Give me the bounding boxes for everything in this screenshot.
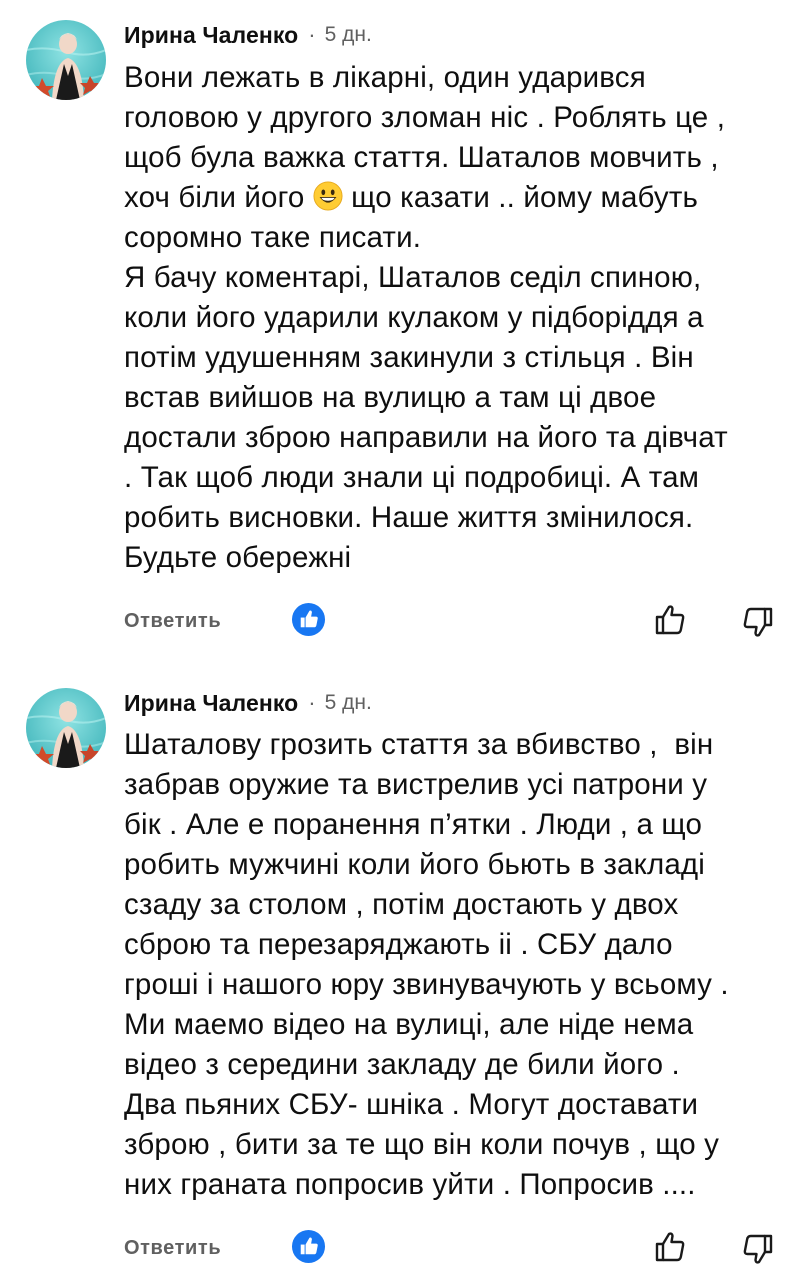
comment-line: робить висновки. Наше життя змінилося.	[124, 501, 694, 534]
thumb-down-icon[interactable]	[739, 604, 775, 640]
comment-header: Ирина Чаленко · 5 дн.	[124, 689, 372, 717]
comment-line: гроші і нашого юру звинувачують у всьому…	[124, 968, 729, 1001]
comment-line: достали зброю направили на його та дівча…	[124, 421, 728, 454]
like-reaction-icon[interactable]	[291, 1229, 326, 1264]
comment-line: Вони лежать в лікарні, один ударився	[124, 61, 646, 94]
comment-line: Шаталову грозить стаття за вбивство , ві…	[124, 728, 714, 761]
avatar-image	[26, 688, 106, 768]
author-name[interactable]: Ирина Чаленко	[124, 690, 298, 717]
comment-line: . Так щоб люди знали ці подробиці. А там	[124, 461, 700, 494]
comment-actions: Ответить	[124, 1229, 784, 1269]
comment-line: забрав оружие та вистрелив усі патрони у	[124, 768, 708, 801]
separator-dot: ·	[308, 690, 316, 715]
avatar[interactable]	[26, 20, 106, 100]
comment-header: Ирина Чаленко · 5 дн.	[124, 21, 372, 49]
comment-line: робить мужчині коли його бьють в закладі	[124, 848, 705, 881]
comment-line: Ми маемо відео на вулиці, але ніде нема	[124, 1008, 694, 1041]
thumb-up-icon[interactable]	[653, 602, 689, 638]
comment-line: бік . Але е поранення п’ятки . Люди , а …	[124, 808, 703, 841]
like-reaction-icon[interactable]	[291, 602, 326, 637]
comment-line-part: що казати .. йому мабуть	[351, 181, 698, 214]
comment-line: Два пьяних СБУ- шніка . Могут доставати	[124, 1088, 699, 1121]
reply-button[interactable]: Ответить	[124, 1237, 221, 1260]
grinning-face-emoji	[313, 181, 343, 211]
comment-actions: Ответить	[124, 602, 784, 642]
comment-line: потім удушенням закинули з стільця . Він	[124, 341, 694, 374]
comment-text: Шаталову грозить стаття за вбивство , ві…	[124, 725, 794, 1205]
comment-line: відео з середини закладу де били його .	[124, 1048, 680, 1081]
avatar[interactable]	[26, 688, 106, 768]
comment-line: Я бачу коментарі, Шаталов седіл спиною,	[124, 261, 702, 294]
thumb-down-icon[interactable]	[739, 1231, 775, 1267]
comment-line: коли його ударили кулаком у підборіддя а	[124, 301, 704, 334]
comment-line: зброю , бити за те що він коли почув , щ…	[124, 1128, 720, 1161]
comment-line-part: хоч біли його	[124, 181, 305, 214]
comment-line: встав вийшов на вулицю а там ці двое	[124, 381, 657, 414]
comment-line: головою у другого зломан ніс . Роблять ц…	[124, 101, 726, 134]
comment-line: сзаду за столом , потім достають у двох	[124, 888, 679, 921]
thumb-up-icon[interactable]	[653, 1229, 689, 1265]
comment-line: Будьте обережні	[124, 541, 352, 574]
comment-line: щоб була важка стаття. Шаталов мовчить ,	[124, 141, 719, 174]
comment-text: Вони лежать в лікарні, один ударився гол…	[124, 58, 794, 578]
avatar-image	[26, 20, 106, 100]
separator-dot: ·	[308, 22, 316, 47]
comment-line-with-emoji: хоч біли його що казати .. йому мабуть	[124, 178, 794, 218]
comment-time[interactable]: 5 дн.	[325, 23, 372, 47]
comment-line: соромно таке писати.	[124, 221, 422, 254]
reply-button[interactable]: Ответить	[124, 610, 221, 633]
comment-line: них граната попросив уйти . Попросив ...…	[124, 1168, 696, 1201]
comment-line: сброю та перезаряджають іі . СБУ дало	[124, 928, 673, 961]
author-name[interactable]: Ирина Чаленко	[124, 22, 298, 49]
comment-time[interactable]: 5 дн.	[325, 691, 372, 715]
